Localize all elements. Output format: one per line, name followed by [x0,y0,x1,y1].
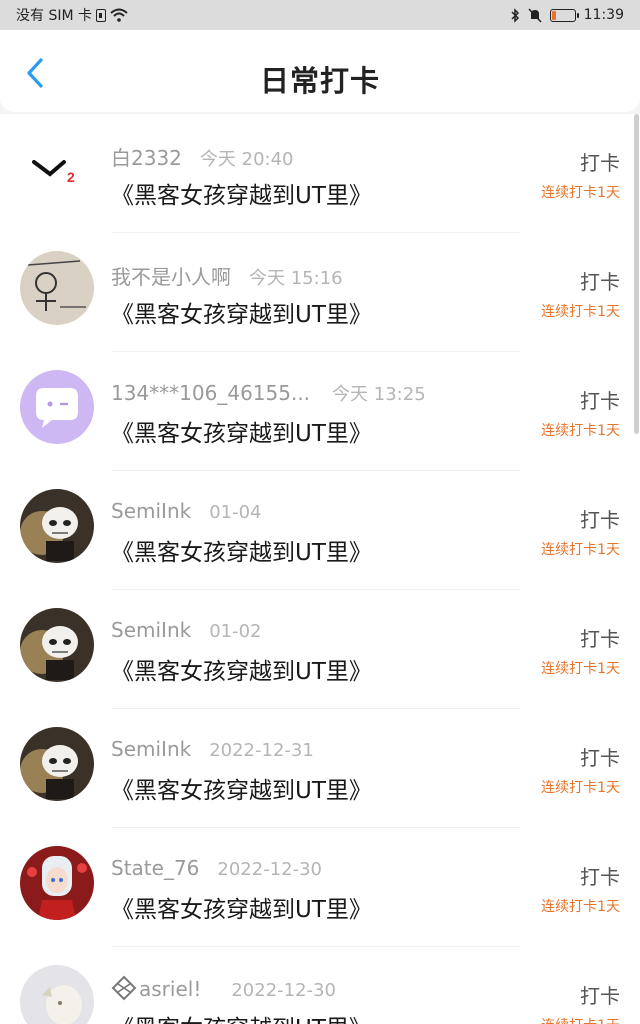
book-title[interactable]: 《黑客女孩穿越到UT里》 [111,652,372,686]
chat-bubble-avatar[interactable] [20,370,94,444]
page-title: 日常打卡 [259,64,380,98]
checkin-button[interactable]: 打卡 [580,623,620,652]
checkin-button[interactable]: 打卡 [580,980,620,1009]
app-header: 日常打卡 [0,30,640,112]
checkin-row[interactable]: 2 白2332 今天 20:40 《黑客女孩穿越到UT里》 打卡 连续打卡1天 [0,114,640,233]
checkin-list[interactable]: 2 白2332 今天 20:40 《黑客女孩穿越到UT里》 打卡 连续打卡1天 我… [0,114,640,1024]
scrollbar[interactable] [634,114,639,434]
carrier-label: 没有 SIM 卡 [16,8,92,24]
bluetooth-icon [511,7,519,23]
book-title[interactable]: 《黑客女孩穿越到UT里》 [111,771,372,805]
checkin-row[interactable]: SemiInk 01-02 《黑客女孩穿越到UT里》 打卡 连续打卡1天 [0,590,640,709]
streak-label: 连续打卡1天 [541,1015,620,1024]
status-right: 11:39 [510,7,624,23]
username[interactable]: 134***106_46155... [111,381,310,405]
username[interactable]: 白2332 [111,146,182,170]
checkin-time: 01-02 [209,621,262,642]
checkin-button[interactable]: 打卡 [580,385,620,414]
streak-label: 连续打卡1天 [541,780,620,796]
svg-text:2: 2 [67,169,75,185]
streak-label: 连续打卡1天 [541,661,620,677]
wifi-icon [110,8,128,22]
checkin-button[interactable]: 打卡 [580,266,620,295]
checkin-meta: 白2332 今天 20:40 [111,142,294,171]
checkin-row[interactable]: SemiInk 2022-12-31 《黑客女孩穿越到UT里》 打卡 连续打卡1天 [0,709,640,828]
book-title[interactable]: 《黑客女孩穿越到UT里》 [111,295,372,329]
checkin-row[interactable]: SemiInk 01-04 《黑客女孩穿越到UT里》 打卡 连续打卡1天 [0,471,640,590]
checkin-meta: 134***106_46155... 今天 13:25 [111,380,426,406]
clock: 11:39 [583,7,624,23]
book-title[interactable]: 《黑客女孩穿越到UT里》 [111,1009,372,1024]
battery-level [551,10,557,20]
checkin-button[interactable]: 打卡 [580,861,620,890]
book-title[interactable]: 《黑客女孩穿越到UT里》 [111,176,372,210]
skull-avatar[interactable] [20,489,94,563]
username[interactable]: asriel! [139,977,201,1001]
status-bar: 没有 SIM 卡 11:39 [0,0,640,30]
checkin-row[interactable]: asriel! 2022-12-30 《黑客女孩穿越到UT里》 打卡 连续打卡1天 [0,947,640,1024]
skull-avatar[interactable] [20,608,94,682]
checkin-meta: State_76 2022-12-30 [111,856,322,880]
anime-girl-avatar[interactable] [20,846,94,920]
checkin-time: 01-04 [209,502,262,523]
checkin-time: 2022-12-31 [209,740,314,761]
book-title[interactable]: 《黑客女孩穿越到UT里》 [111,414,372,448]
checkin-button[interactable]: 打卡 [580,147,620,176]
book-title[interactable]: 《黑客女孩穿越到UT里》 [111,533,372,567]
mute-bell-icon [528,7,542,23]
checkin-row[interactable]: State_76 2022-12-30 《黑客女孩穿越到UT里》 打卡 连续打卡1… [0,828,640,947]
checkin-time: 今天 13:25 [332,384,426,405]
username[interactable]: SemiInk [111,499,191,523]
streak-label: 连续打卡1天 [541,542,620,558]
checkin-time: 2022-12-30 [217,859,322,880]
username[interactable]: State_76 [111,856,199,880]
checkin-time: 今天 20:40 [199,149,294,170]
checkin-row[interactable]: 134***106_46155... 今天 13:25 《黑客女孩穿越到UT里》 … [0,352,640,471]
doodle-avatar[interactable] [20,251,94,325]
checkin-meta: SemiInk 01-04 [111,499,262,523]
streak-label: 连续打卡1天 [541,423,620,439]
skull-avatar[interactable] [20,727,94,801]
checkin-time: 2022-12-30 [231,980,336,1001]
checkin-meta: 我不是小人啊 今天 15:16 [111,261,343,290]
checkin-row[interactable]: 我不是小人啊 今天 15:16 《黑客女孩穿越到UT里》 打卡 连续打卡1天 [0,233,640,352]
username[interactable]: SemiInk [111,737,191,761]
checkin-button[interactable]: 打卡 [580,742,620,771]
checkin-time: 今天 15:16 [249,268,343,289]
status-left: 没有 SIM 卡 [16,5,128,25]
sim-alert-icon [96,8,106,22]
username[interactable]: SemiInk [111,618,191,642]
streak-label: 连续打卡1天 [541,304,620,320]
checkin-meta: SemiInk 01-02 [111,618,262,642]
battery-icon [549,8,579,22]
ink-sketch-avatar[interactable]: 2 [20,132,94,206]
checkin-button[interactable]: 打卡 [580,504,620,533]
checkin-meta: SemiInk 2022-12-31 [111,737,314,761]
diamond-badge-icon [111,975,137,1001]
book-title[interactable]: 《黑客女孩穿越到UT里》 [111,890,372,924]
checkin-meta: asriel! 2022-12-30 [111,975,336,1001]
streak-label: 连续打卡1天 [541,899,620,915]
goat-avatar[interactable] [20,965,94,1024]
username[interactable]: 我不是小人啊 [111,265,231,289]
streak-label: 连续打卡1天 [541,185,620,201]
